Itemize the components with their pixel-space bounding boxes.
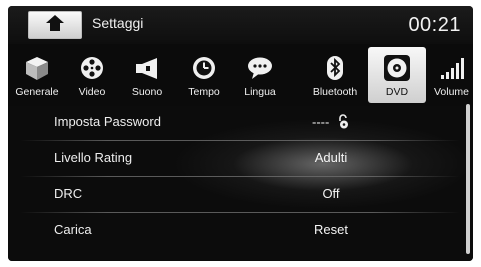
setting-value: Adulti [314, 150, 348, 165]
scrollbar[interactable] [466, 104, 470, 254]
home-icon [46, 14, 64, 36]
speaker-icon [133, 54, 161, 82]
tab-volume[interactable]: Volume [430, 44, 473, 106]
tab-video[interactable]: Video [66, 44, 118, 106]
page-title: Settaggi [92, 15, 144, 31]
cube-icon [23, 54, 51, 82]
setting-value: Off [322, 186, 340, 201]
tab-label: DVD [385, 86, 409, 98]
tab-label: Video [78, 86, 106, 98]
tab-dvd[interactable]: DVD [368, 47, 426, 103]
row-divider [20, 140, 460, 141]
setting-label: Imposta Password [54, 114, 161, 129]
setting-row-rating[interactable]: Livello Rating Adulti [8, 142, 463, 176]
unlock-icon [336, 114, 350, 132]
speech-bubble-icon [246, 54, 274, 82]
top-bar: Settaggi 00:21 [8, 6, 473, 44]
setting-row-password[interactable]: Imposta Password ---- [8, 106, 463, 140]
setting-label: Carica [54, 222, 92, 237]
password-value: ---- [312, 114, 330, 130]
setting-label: DRC [54, 186, 83, 201]
tab-label: Lingua [244, 86, 276, 98]
setting-value: ---- [296, 114, 366, 132]
tab-tempo[interactable]: Tempo [176, 44, 232, 106]
setting-row-carica[interactable]: Carica Reset [8, 214, 463, 248]
screen: Settaggi 00:21 Generale Video Suono Temp… [8, 6, 473, 261]
tab-generale[interactable]: Generale [8, 44, 66, 106]
clock-icon [190, 54, 218, 82]
disc-icon [383, 54, 411, 82]
setting-row-drc[interactable]: DRC Off [8, 178, 463, 212]
tab-suono[interactable]: Suono [118, 44, 176, 106]
tab-label: Suono [131, 86, 163, 98]
tab-label: Volume [433, 86, 470, 98]
tab-bluetooth[interactable]: Bluetooth [304, 44, 366, 106]
film-reel-icon [78, 54, 106, 82]
volume-bars-icon [438, 54, 466, 82]
home-button[interactable] [28, 11, 82, 39]
setting-value: Reset [314, 222, 348, 237]
settings-list: Imposta Password ---- Livello Rating Adu… [8, 106, 473, 261]
settings-tab-bar: Generale Video Suono Tempo Lingua Blueto… [8, 44, 473, 106]
tab-label: Tempo [188, 86, 220, 98]
bluetooth-icon [321, 54, 349, 82]
tab-label: Generale [15, 86, 59, 98]
tab-lingua[interactable]: Lingua [232, 44, 288, 106]
clock: 00:21 [408, 14, 461, 36]
row-divider [20, 212, 460, 213]
tab-label: Bluetooth [312, 86, 358, 98]
setting-label: Livello Rating [54, 150, 133, 165]
row-divider [20, 176, 460, 177]
